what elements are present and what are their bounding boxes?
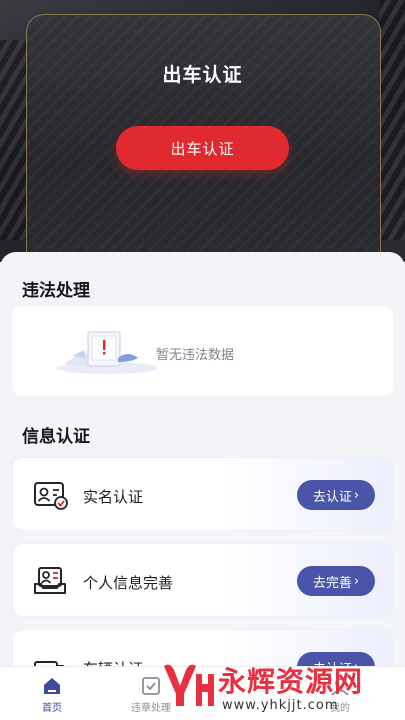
watermark-url: www.yhkjjt.com: [222, 698, 339, 713]
personal-info-label: 个人信息完善: [83, 574, 174, 592]
info-auth-section-title: 信息认证: [22, 427, 90, 447]
empty-document-icon: [57, 331, 157, 374]
real-name-auth-card[interactable]: 实名认证 去认证 ›: [12, 457, 393, 531]
real-name-auth-button-label: 去认证: [312, 489, 352, 505]
real-name-auth-label: 实名认证: [83, 488, 144, 506]
personal-info-button-label: 去完善: [312, 575, 352, 591]
profile-tray-icon: [34, 567, 66, 594]
violations-section-title: 违法处理: [22, 281, 90, 301]
watermark-logo-icon: [164, 664, 214, 706]
hero-banner: 出车认证 出车认证: [0, 0, 405, 262]
real-name-auth-button[interactable]: 去认证 ›: [297, 480, 375, 510]
content-sheet: 违法处理 暂无违法数据 信息认证 实名认证 去认证 › 个人信息完善 去完善 ›: [0, 252, 405, 720]
chevron-right-icon: ›: [353, 487, 360, 503]
watermark-text: 永辉资源网: [218, 665, 364, 698]
hero-decoration-right: [379, 0, 405, 240]
violations-empty-card: 暂无违法数据: [12, 306, 393, 396]
departure-certification-button[interactable]: 出车认证: [116, 126, 289, 170]
personal-info-button[interactable]: 去完善 ›: [297, 566, 375, 596]
checklist-icon: [142, 677, 160, 695]
personal-info-card[interactable]: 个人信息完善 去完善 ›: [12, 543, 393, 617]
id-card-icon: [34, 482, 68, 510]
violations-empty-text: 暂无违法数据: [156, 348, 235, 363]
chevron-right-icon: ›: [353, 573, 360, 589]
hero-title: 出车认证: [162, 64, 243, 86]
nav-item-home[interactable]: 首页: [12, 667, 92, 720]
nav-label-home: 首页: [42, 703, 62, 714]
site-watermark: 永辉资源网 www.yhkjjt.com: [160, 658, 405, 720]
home-icon: [44, 678, 60, 694]
